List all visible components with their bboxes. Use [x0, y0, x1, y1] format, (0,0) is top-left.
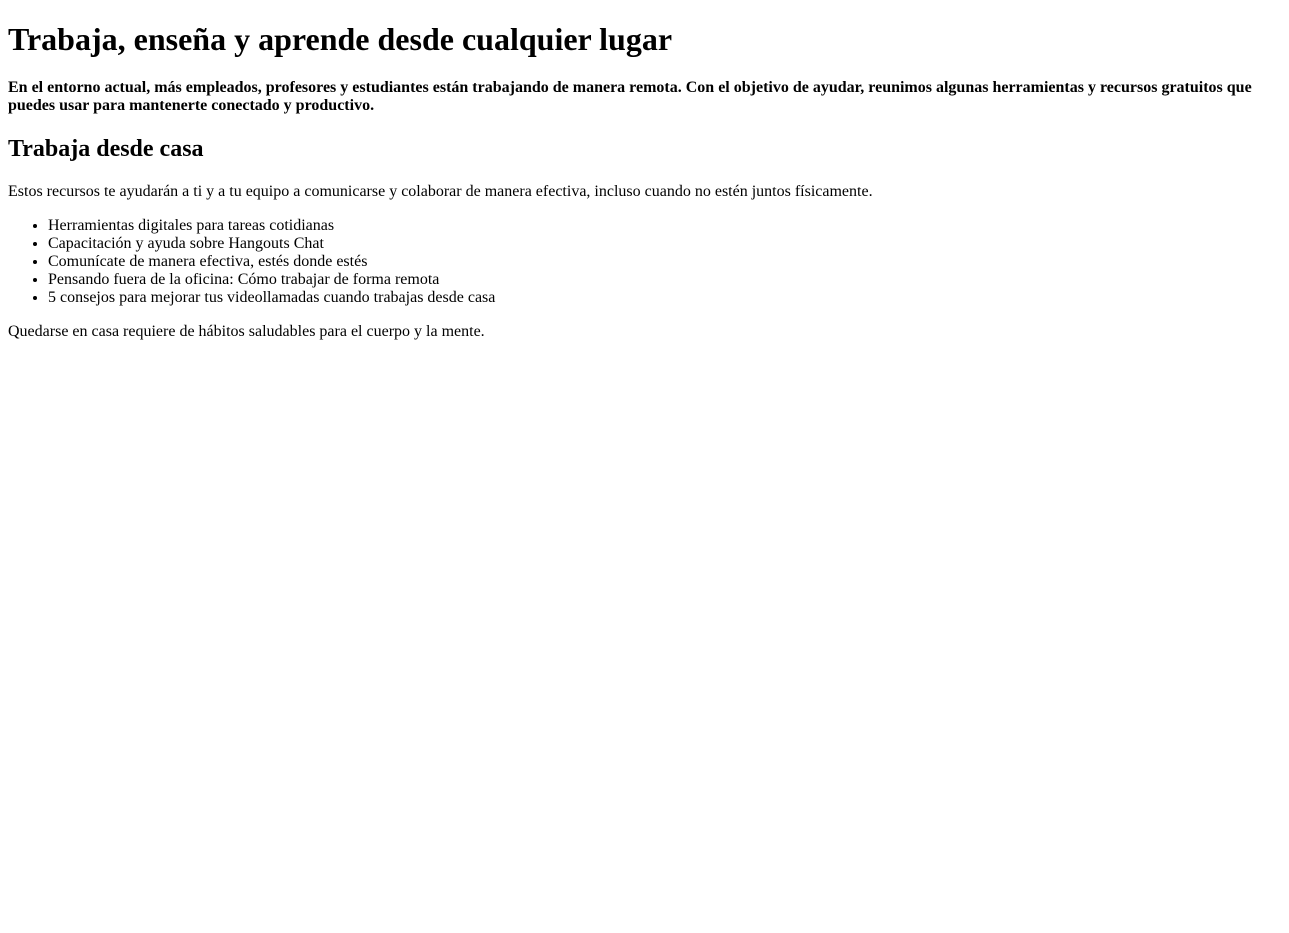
intro-paragraph: En el entorno actual, más empleados, pro…	[8, 79, 1252, 114]
page-title: Trabaja, enseña y aprende desde cualquie…	[8, 21, 673, 57]
footer-paragraph: Quedarse en casa requiere de hábitos sal…	[8, 323, 485, 340]
list-item: 5 consejos para mejorar tus videollamada…	[48, 289, 1281, 307]
section-description: Estos recursos te ayudarán a ti y a tu e…	[8, 183, 873, 200]
list-item: Capacitación y ayuda sobre Hangouts Chat	[48, 235, 1281, 253]
resource-list: Herramientas digitales para tareas cotid…	[8, 217, 1281, 307]
section-heading: Trabaja desde casa	[8, 136, 204, 162]
page-content: Trabaja, enseña y aprende desde cualquie…	[0, 21, 1289, 341]
list-item: Pensando fuera de la oficina: Cómo traba…	[48, 271, 1281, 289]
list-item: Comunícate de manera efectiva, estés don…	[48, 253, 1281, 271]
list-item: Herramientas digitales para tareas cotid…	[48, 217, 1281, 235]
